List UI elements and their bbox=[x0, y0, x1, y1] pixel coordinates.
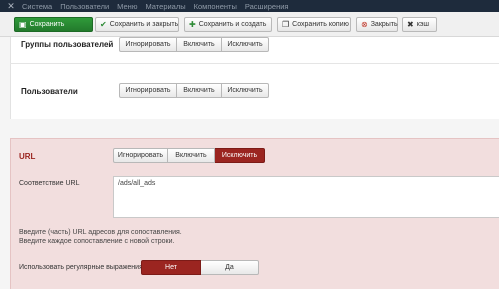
url-help-line-2: Введите каждое сопоставление с новой стр… bbox=[19, 238, 175, 245]
nav-item-components[interactable]: Компоненты bbox=[194, 2, 237, 11]
close-button[interactable]: ⊗ Закрыть bbox=[356, 17, 398, 32]
cache-button[interactable]: ✖ кэш bbox=[402, 17, 437, 32]
save-button-label: Сохранить bbox=[29, 21, 65, 28]
plus-icon: ✚ bbox=[189, 20, 196, 29]
save-close-button[interactable]: ✔ Сохранить и закрыть bbox=[95, 17, 179, 32]
regex-yes-option[interactable]: Да bbox=[201, 260, 259, 275]
url-exclude-option[interactable]: Исключить bbox=[215, 148, 265, 163]
save-copy-label: Сохранить копию bbox=[292, 21, 349, 28]
users-exclude-option[interactable]: Исключить bbox=[222, 83, 269, 98]
regex-no-option[interactable]: Нет bbox=[141, 260, 201, 275]
user-groups-label: Группы пользователей bbox=[21, 40, 114, 49]
user-groups-ignore-option[interactable]: Игнорировать bbox=[119, 37, 177, 52]
save-button[interactable]: ▣ Сохранить bbox=[14, 17, 93, 32]
url-ignore-option[interactable]: Игнорировать bbox=[113, 148, 168, 163]
save-copy-button[interactable]: ❐ Сохранить копию bbox=[277, 17, 351, 32]
users-label: Пользователи bbox=[21, 87, 78, 96]
url-match-label: Соответствие URL bbox=[19, 180, 80, 187]
toolbar: ▣ Сохранить ✔ Сохранить и закрыть ✚ Сохр… bbox=[0, 12, 499, 37]
url-help-line-1: Введите (часть) URL адресов для сопостав… bbox=[19, 229, 182, 236]
users-ignore-option[interactable]: Игнорировать bbox=[119, 83, 177, 98]
user-groups-include-option[interactable]: Включить bbox=[177, 37, 222, 52]
floppy-icon: ▣ bbox=[19, 20, 27, 29]
users-toggle: Игнорировать Включить Исключить bbox=[119, 83, 269, 98]
close-circle-icon: ⊗ bbox=[361, 20, 368, 29]
regex-label: Использовать регулярные выражения bbox=[19, 264, 143, 271]
copy-icon: ❐ bbox=[282, 20, 290, 29]
nav-item-extensions[interactable]: Расширения bbox=[245, 2, 289, 11]
regex-toggle: Нет Да bbox=[141, 260, 259, 275]
top-navbar: ✕ Система Пользователи Меню Материалы Ко… bbox=[0, 0, 499, 12]
nav-item-users[interactable]: Пользователи bbox=[60, 2, 109, 11]
url-match-textarea[interactable]: /ads/all_ads bbox=[113, 176, 499, 218]
user-groups-exclude-option[interactable]: Исключить bbox=[222, 37, 269, 52]
cache-label: кэш bbox=[416, 21, 430, 28]
check-icon: ✔ bbox=[100, 20, 107, 29]
card-divider bbox=[10, 63, 499, 64]
nav-item-menus[interactable]: Меню bbox=[117, 2, 137, 11]
nav-item-content[interactable]: Материалы bbox=[145, 2, 185, 11]
user-groups-toggle: Игнорировать Включить Исключить bbox=[119, 37, 269, 52]
broom-icon: ✖ bbox=[407, 20, 414, 29]
url-toggle: Игнорировать Включить Исключить bbox=[113, 148, 265, 163]
url-label: URL bbox=[19, 152, 36, 161]
joomla-icon[interactable]: ✕ bbox=[4, 0, 18, 12]
save-new-button[interactable]: ✚ Сохранить и создать bbox=[184, 17, 272, 32]
close-label: Закрыть bbox=[370, 21, 398, 28]
save-new-label: Сохранить и создать bbox=[198, 21, 267, 28]
url-include-option[interactable]: Включить bbox=[168, 148, 215, 163]
save-close-label: Сохранить и закрыть bbox=[109, 21, 179, 28]
users-include-option[interactable]: Включить bbox=[177, 83, 222, 98]
nav-item-system[interactable]: Система bbox=[22, 2, 52, 11]
